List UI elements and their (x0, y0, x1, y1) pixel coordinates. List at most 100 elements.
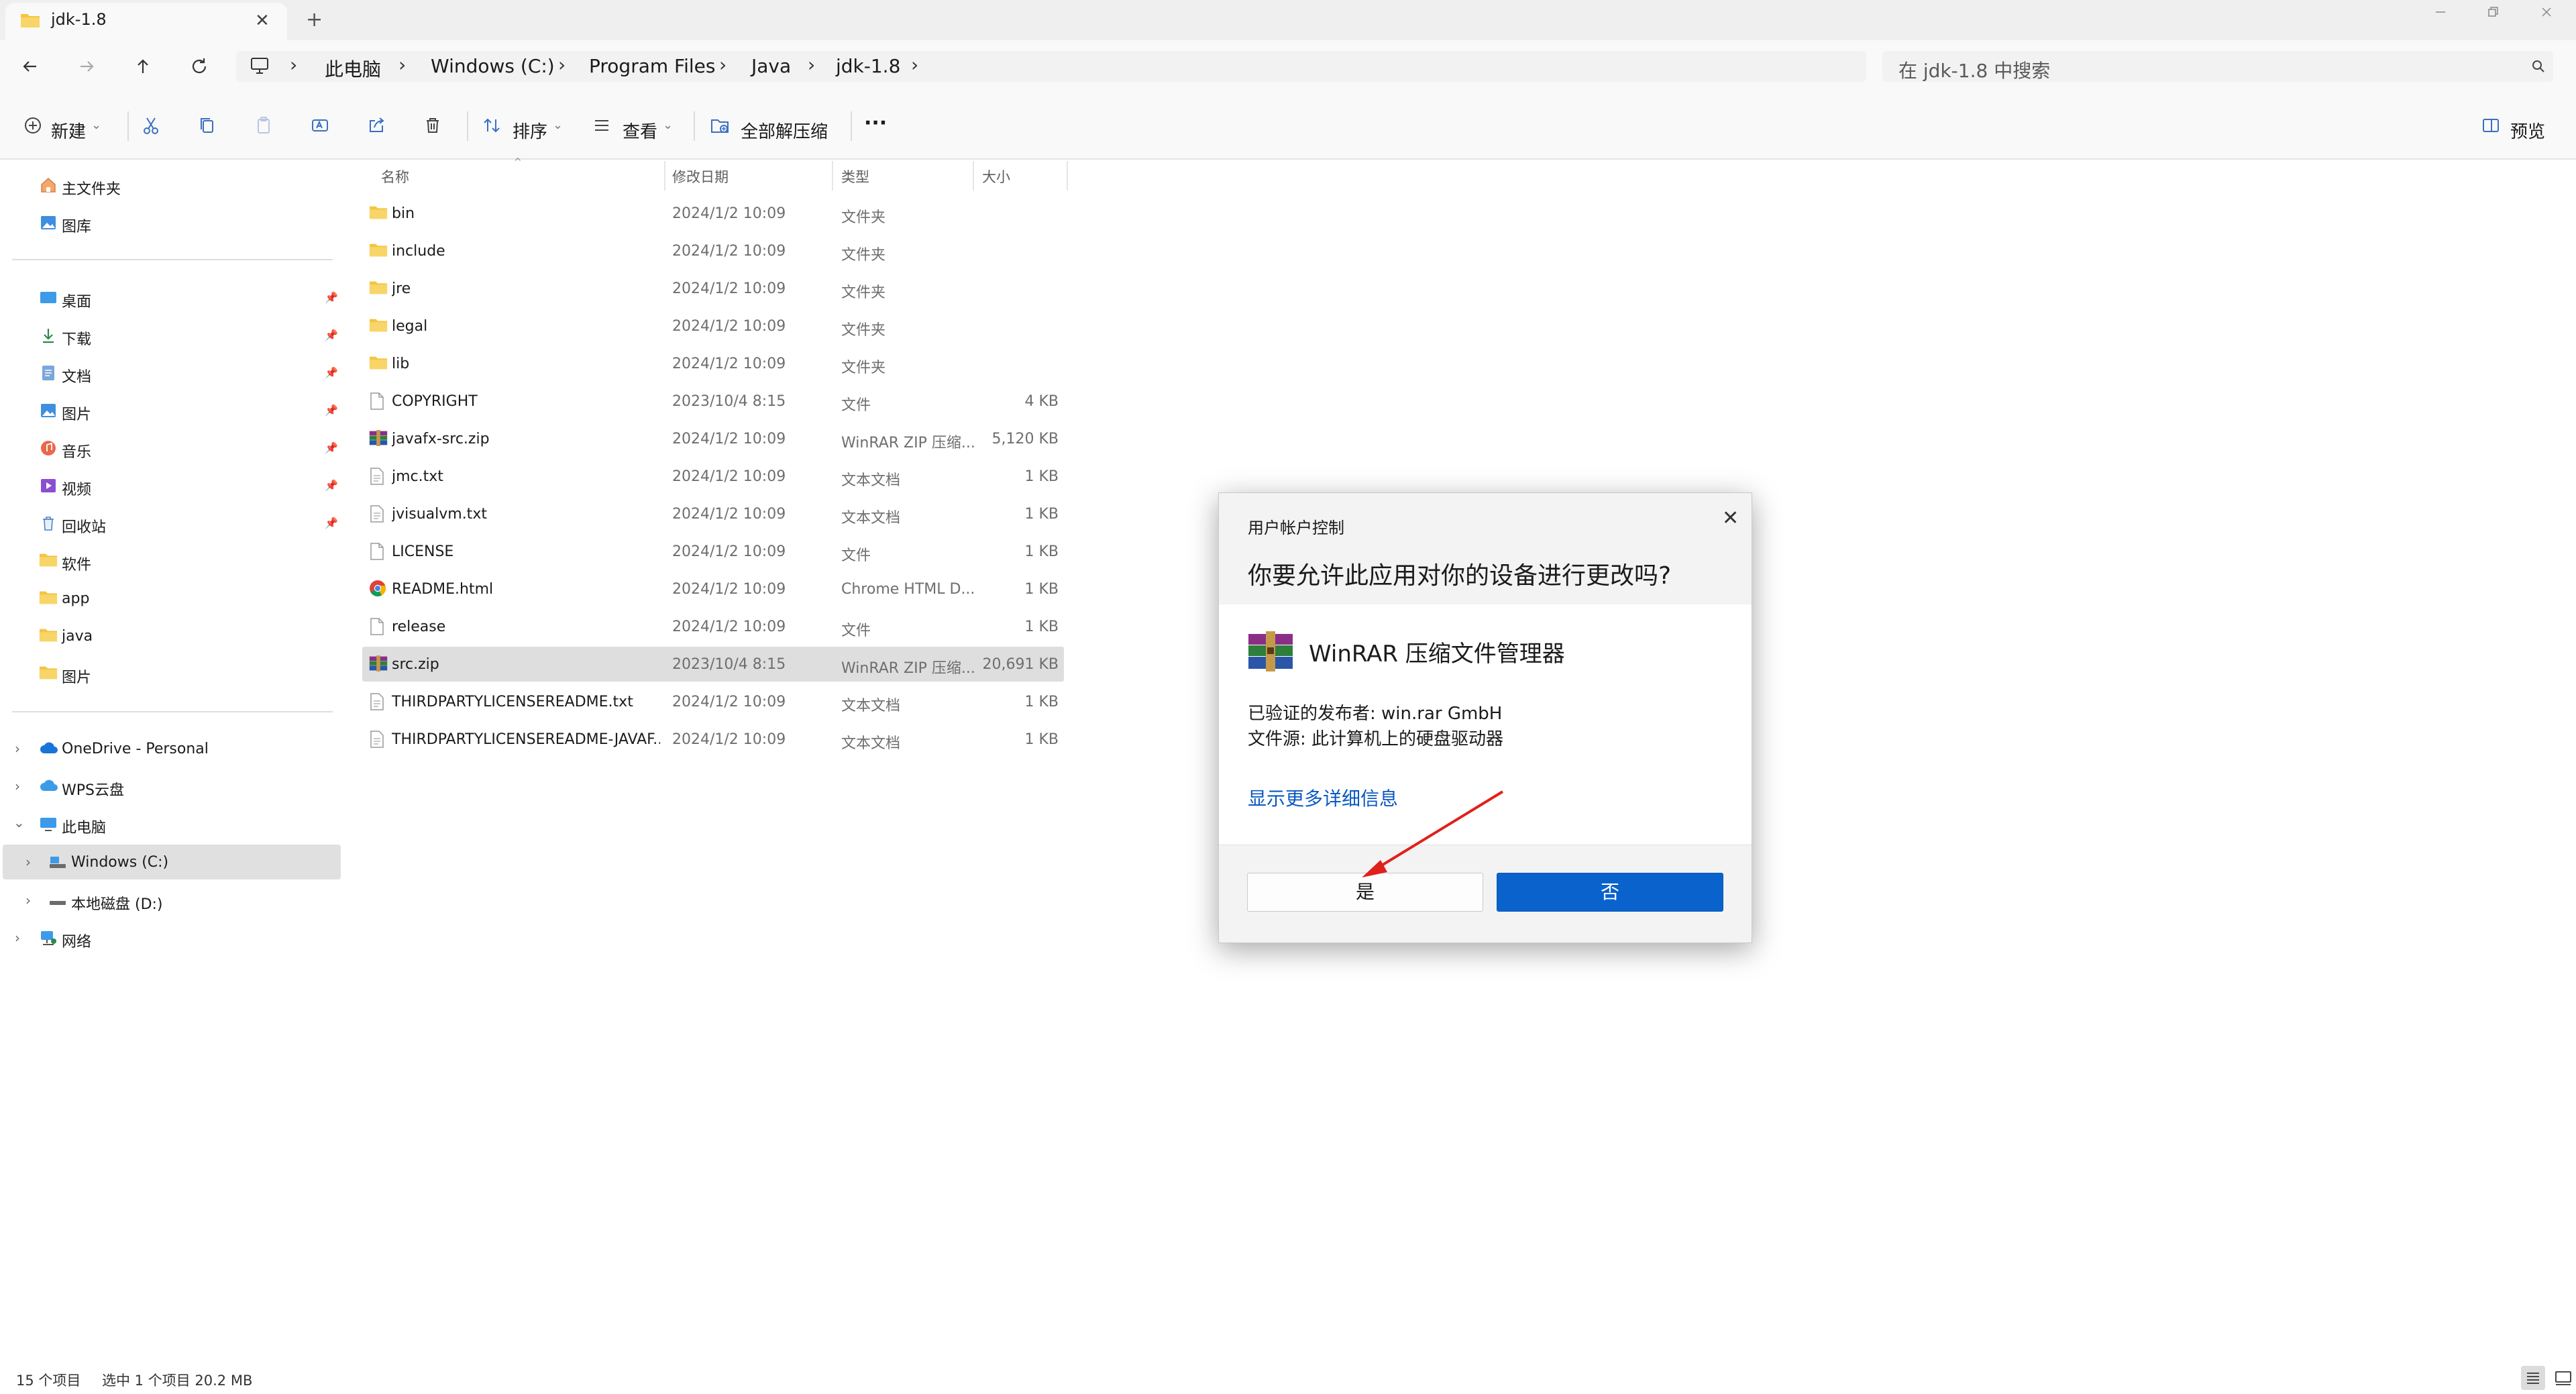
nav-item-music[interactable]: 音乐 📌 (0, 431, 341, 466)
nav-item-java[interactable]: java (0, 619, 341, 653)
share-icon[interactable] (365, 114, 388, 137)
breadcrumb-program-files[interactable]: Program Files (589, 55, 715, 77)
search-icon[interactable] (2530, 58, 2546, 74)
pin-icon[interactable]: 📌 (325, 441, 338, 454)
file-row[interactable]: COPYRIGHT 2023/10/4 8:15 文件 4 KB (362, 384, 1064, 419)
chevron-down-icon[interactable]: ⌄ (553, 118, 563, 132)
delete-icon[interactable] (421, 114, 444, 137)
sort-button[interactable]: 排序 (513, 118, 547, 143)
nav-item-gallery[interactable]: 图库 (0, 205, 341, 240)
column-divider[interactable] (664, 161, 665, 191)
extract-all-button[interactable]: 全部解压缩 (741, 118, 828, 143)
file-row[interactable]: release 2024/1/2 10:09 文件 1 KB (362, 609, 1064, 644)
pin-icon[interactable]: 📌 (325, 517, 338, 529)
extract-icon[interactable] (708, 114, 731, 137)
more-options-button[interactable]: ··· (864, 111, 887, 135)
chevron-right-icon[interactable]: › (398, 54, 406, 76)
chevron-right-icon[interactable]: › (25, 854, 31, 870)
chevron-down-icon[interactable]: ⌄ (91, 118, 101, 132)
nav-item-wps[interactable]: › WPS云盘 (0, 769, 341, 804)
chevron-down-icon[interactable]: ⌄ (663, 118, 673, 132)
column-header-type[interactable]: 类型 (841, 166, 869, 186)
preview-icon[interactable] (2479, 114, 2502, 137)
nav-item-network[interactable]: › 网络 (0, 920, 341, 955)
pin-icon[interactable]: 📌 (325, 404, 338, 417)
pin-icon[interactable]: 📌 (325, 479, 338, 492)
forward-button[interactable] (75, 55, 98, 78)
pin-icon[interactable]: 📌 (325, 329, 338, 341)
new-button[interactable] (21, 114, 44, 137)
paste-icon[interactable] (252, 114, 275, 137)
file-row[interactable]: jvisualvm.txt 2024/1/2 10:09 文本文档 1 KB (362, 496, 1064, 531)
maximize-button[interactable] (2486, 5, 2500, 19)
nav-item-app[interactable]: app (0, 581, 341, 616)
nav-item-onedrive[interactable]: › OneDrive - Personal (0, 731, 341, 766)
file-row[interactable]: jmc.txt 2024/1/2 10:09 文本文档 1 KB (362, 459, 1064, 494)
file-row[interactable]: README.html 2024/1/2 10:09 Chrome HTML D..… (362, 572, 1064, 606)
yes-button[interactable]: 是 (1247, 873, 1483, 912)
file-row[interactable]: src.zip 2023/10/4 8:15 WinRAR ZIP 压缩... 20,… (362, 647, 1064, 682)
column-header-size[interactable]: 大小 (982, 166, 1010, 186)
nav-item-documents[interactable]: 文档 📌 (0, 356, 341, 390)
nav-item-software[interactable]: 软件 (0, 543, 341, 578)
nav-item-downloads[interactable]: 下载 📌 (0, 318, 341, 353)
pin-icon[interactable]: 📌 (325, 291, 338, 304)
new-button-label[interactable]: 新建 (51, 118, 86, 143)
file-row[interactable]: bin 2024/1/2 10:09 文件夹 (362, 196, 1064, 231)
view-button[interactable]: 查看 (623, 118, 657, 143)
nav-item-drive-d[interactable]: › 本地磁盘 (D:) (0, 883, 341, 918)
chevron-right-icon[interactable]: › (25, 892, 31, 908)
nav-item-desktop[interactable]: 桌面 📌 (0, 280, 341, 315)
sort-icon[interactable] (480, 114, 503, 137)
nav-item-recycle-bin[interactable]: 回收站 📌 (0, 506, 341, 541)
minimize-button[interactable] (2434, 5, 2447, 19)
chevron-right-icon[interactable]: › (911, 54, 918, 76)
chevron-right-icon[interactable]: › (290, 54, 297, 76)
close-window-button[interactable] (2540, 5, 2553, 19)
file-row[interactable]: include 2024/1/2 10:09 文件夹 (362, 233, 1064, 268)
nav-item-this-pc[interactable]: ⌄ 此电脑 (0, 806, 341, 841)
refresh-button[interactable] (188, 55, 211, 78)
chevron-down-icon[interactable]: ⌄ (13, 814, 25, 830)
nav-item-videos[interactable]: 视频 📌 (0, 468, 341, 503)
file-row[interactable]: THIRDPARTYLICENSEREADME.txt 2024/1/2 10:0… (362, 684, 1064, 719)
chevron-right-icon[interactable]: › (808, 54, 815, 76)
chevron-right-icon[interactable]: › (15, 741, 20, 757)
nav-item-pictures[interactable]: 图片 📌 (0, 393, 341, 428)
close-icon[interactable]: ✕ (1722, 506, 1739, 530)
breadcrumb-drive-c[interactable]: Windows (C:) (431, 55, 555, 77)
tiles-view-button[interactable] (2553, 1369, 2573, 1387)
breadcrumb-this-pc[interactable]: 此电脑 (325, 55, 381, 82)
file-row[interactable]: LICENSE 2024/1/2 10:09 文件 1 KB (362, 534, 1064, 569)
chevron-right-icon[interactable]: › (15, 778, 20, 794)
column-divider[interactable] (1067, 161, 1068, 191)
column-header-name[interactable]: 名称 (381, 166, 409, 186)
breadcrumb-java[interactable]: Java (751, 55, 791, 77)
cut-icon[interactable] (140, 114, 162, 137)
pin-icon[interactable]: 📌 (325, 366, 338, 379)
close-tab-button[interactable]: ✕ (255, 11, 270, 31)
file-row[interactable]: THIRDPARTYLICENSEREADME-JAVAF... 2024/1/2… (362, 722, 1064, 757)
view-icon[interactable] (590, 114, 613, 137)
nav-item-drive-c[interactable]: › Windows (C:) (0, 845, 341, 879)
new-tab-button[interactable]: + (306, 8, 323, 32)
file-row[interactable]: jre 2024/1/2 10:09 文件夹 (362, 271, 1064, 306)
show-more-details-link[interactable]: 显示更多详细信息 (1248, 784, 1398, 811)
details-view-button[interactable] (2521, 1366, 2545, 1390)
column-header-modified[interactable]: 修改日期 (672, 166, 729, 186)
file-row[interactable]: javafx-src.zip 2024/1/2 10:09 WinRAR ZIP 压… (362, 421, 1064, 456)
preview-button[interactable]: 预览 (2510, 118, 2545, 143)
copy-icon[interactable] (196, 114, 219, 137)
column-divider[interactable] (973, 161, 974, 191)
file-row[interactable]: legal 2024/1/2 10:09 文件夹 (362, 309, 1064, 343)
rename-icon[interactable] (309, 114, 331, 137)
chevron-right-icon[interactable]: › (15, 930, 20, 946)
tab-jdk[interactable] (5, 3, 287, 40)
nav-item-pictures-folder[interactable]: 图片 (0, 656, 341, 691)
file-row[interactable]: lib 2024/1/2 10:09 文件夹 (362, 346, 1064, 381)
breadcrumb-jdk[interactable]: jdk-1.8 (836, 55, 900, 77)
back-button[interactable] (19, 55, 42, 78)
chevron-right-icon[interactable]: › (558, 54, 566, 76)
chevron-right-icon[interactable]: › (719, 54, 727, 76)
no-button[interactable]: 否 (1497, 873, 1723, 912)
